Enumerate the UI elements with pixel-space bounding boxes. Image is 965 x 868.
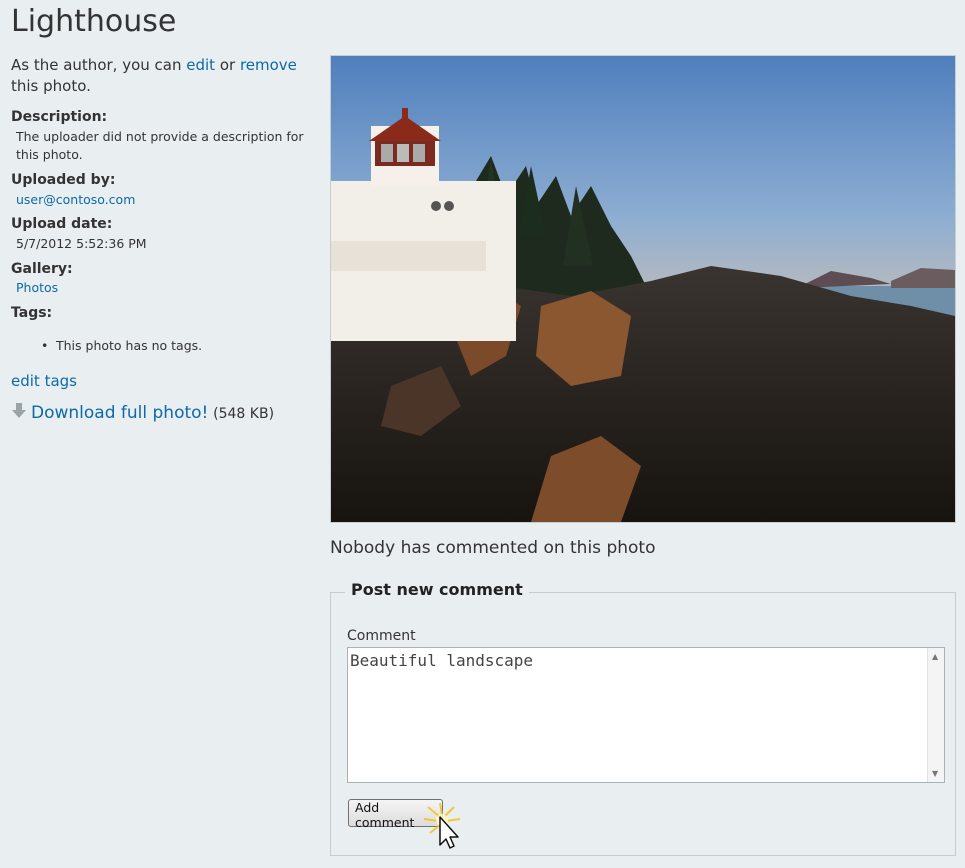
comment-scrollbar[interactable]: ▲ ▼ [927, 648, 944, 782]
tags-empty-message: This photo has no tags. [56, 338, 203, 353]
photo-image [330, 55, 956, 523]
page-title: Lighthouse [11, 4, 177, 39]
upload-date-value: 5/7/2012 5:52:36 PM [16, 236, 147, 251]
comment-text: Beautiful landscape [350, 651, 534, 670]
author-intro-or: or [215, 56, 240, 74]
download-size: (548 KB) [213, 406, 275, 422]
uploader-link[interactable]: user@contoso.com [16, 192, 135, 207]
edit-tags-link[interactable]: edit tags [11, 372, 77, 390]
upload-date-label: Upload date: [11, 216, 113, 232]
scroll-up-arrow-icon[interactable]: ▲ [932, 652, 938, 661]
author-intro-prefix: As the author, you can [11, 56, 187, 74]
scroll-down-arrow-icon[interactable]: ▼ [932, 769, 938, 778]
list-bullet: • [41, 338, 49, 353]
remove-photo-link[interactable]: remove [240, 56, 297, 74]
description-label: Description: [11, 109, 108, 125]
mouse-pointer-icon [423, 802, 464, 849]
gallery-label: Gallery: [11, 261, 73, 277]
author-intro-suffix: this photo. [11, 77, 91, 95]
uploaded-by-label: Uploaded by: [11, 172, 116, 188]
download-full-photo-link[interactable]: Download full photo! [31, 403, 208, 423]
no-comments-message: Nobody has commented on this photo [330, 538, 656, 558]
description-value: The uploader did not provide a descripti… [16, 129, 304, 162]
author-intro: As the author, you can edit or remove th… [11, 55, 311, 97]
tags-label: Tags: [11, 305, 53, 321]
download-arrow-icon[interactable] [11, 402, 27, 420]
gallery-link[interactable]: Photos [16, 280, 58, 295]
download-row: Download full photo! (548 KB) [11, 402, 274, 423]
comment-textarea[interactable]: Beautiful landscape ▲ ▼ [347, 647, 945, 783]
photo-details: As the author, you can edit or remove th… [11, 55, 311, 423]
edit-photo-link[interactable]: edit [186, 56, 215, 74]
comment-label: Comment [347, 628, 416, 644]
comment-form-legend: Post new comment [345, 580, 529, 599]
